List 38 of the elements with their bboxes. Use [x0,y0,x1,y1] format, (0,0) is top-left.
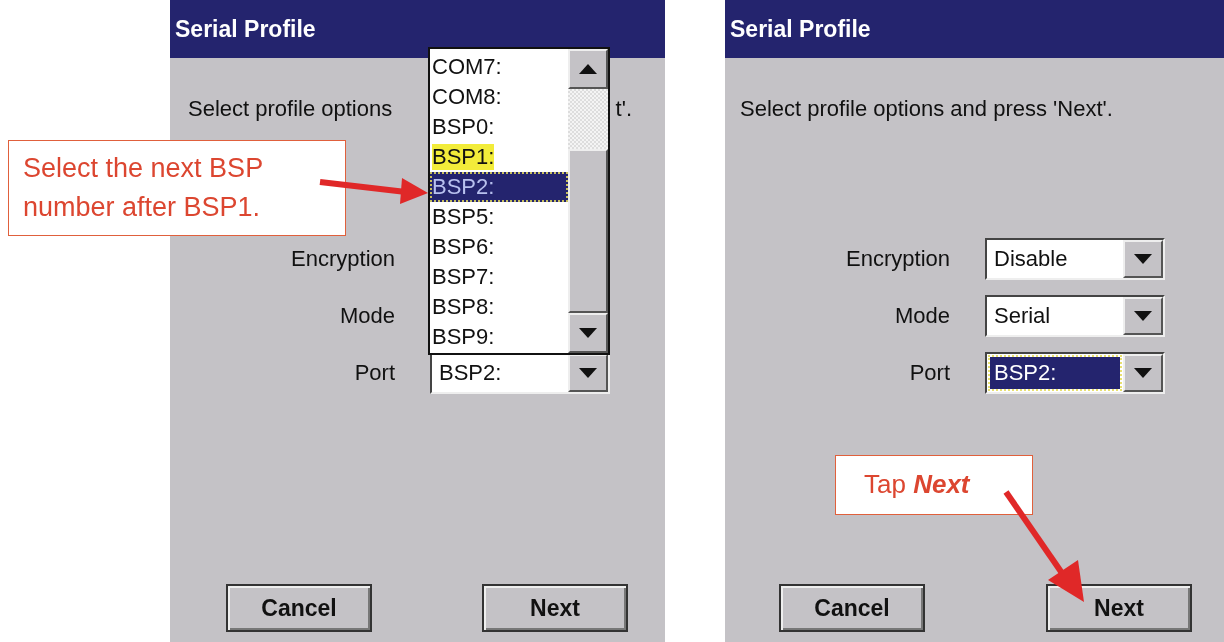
list-item[interactable]: BSP6: [430,232,568,262]
list-item[interactable]: BSP7: [430,262,568,292]
field-label: Encryption [846,246,950,272]
list-item[interactable]: BSP2: [430,172,568,202]
field-label: Mode [894,303,950,329]
up-arrow-icon [579,64,597,74]
dropdown-field[interactable]: BSP2: [985,352,1165,394]
instruction-text: t'. [615,96,632,122]
down-arrow-icon [1134,254,1152,264]
list-item[interactable]: BSP5: [430,202,568,232]
cancel-button[interactable]: Cancel [226,584,372,632]
dropdown-field[interactable]: Disable [985,238,1165,280]
list-item[interactable]: BSP0: [430,112,568,142]
field-label: Mode [339,303,395,329]
list-item[interactable]: BSP1: [430,142,568,172]
down-arrow-icon [579,328,597,338]
dropdown-field[interactable]: Serial [985,295,1165,337]
list-item[interactable]: COM8: [430,82,568,112]
field-label: Encryption [291,246,395,272]
down-arrow-icon [1134,368,1152,378]
instruction-text: Select profile options [188,96,393,122]
window-title: Serial Profile [170,0,665,58]
cancel-button[interactable]: Cancel [779,584,925,632]
field-label: Port [909,360,950,386]
window-title: Serial Profile [725,0,1224,58]
scrollbar-thumb[interactable] [568,149,608,313]
list-item[interactable]: BSP8: [430,292,568,322]
callout-note: Select the next BSP number after BSP1. [8,140,346,237]
field-label: Port [354,360,395,386]
scrollbar[interactable] [568,49,608,353]
down-arrow-icon [579,368,597,378]
down-arrow-icon [1134,311,1152,321]
callout-note: Tap Next [835,455,1033,515]
next-button[interactable]: Next [482,584,628,632]
list-item[interactable]: BSP9: [430,322,568,352]
instruction-text: Select profile options and press 'Next'. [740,96,1113,122]
dropdown-field[interactable]: BSP2: [430,352,610,394]
next-button[interactable]: Next [1046,584,1192,632]
